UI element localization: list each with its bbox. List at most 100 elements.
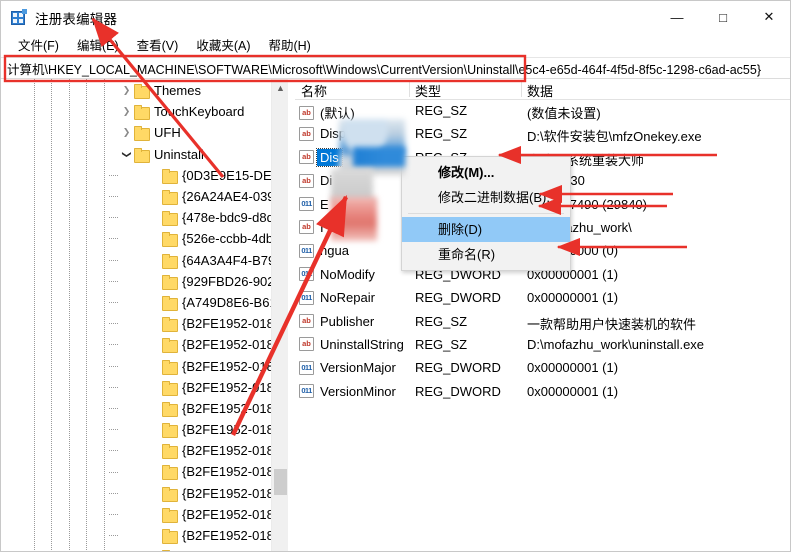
registry-tree-pane[interactable]: ❯ Themes ❯ TouchKeyboard ❯ UFH ❯ Uninstall {0D3E…	[1, 79, 289, 551]
context-menu-modify-binary[interactable]: 修改二进制数据(B)...	[402, 185, 570, 210]
chevron-right-icon[interactable]: ❯	[119, 101, 134, 122]
dword-value-icon: 011	[299, 243, 314, 258]
column-header-type[interactable]: 类型	[415, 81, 441, 100]
tree-scrollbar[interactable]: ▲	[271, 79, 288, 551]
tree-item[interactable]: {929FBD26-9020-399	[1, 271, 288, 292]
folder-icon	[162, 444, 178, 460]
value-name-cell: ab Dis	[299, 147, 343, 167]
tree-item[interactable]: {B2FE1952-0186-46C	[1, 377, 288, 398]
tree-item[interactable]: {26A24AE4-039D-4C/	[1, 186, 288, 207]
close-button[interactable]: ✕	[746, 1, 790, 33]
column-header-name[interactable]: 名称	[301, 81, 327, 100]
tree-item[interactable]: ❯ Uninstall	[1, 144, 288, 165]
column-divider-1[interactable]	[409, 82, 410, 97]
column-header-data[interactable]: 数据	[527, 81, 553, 100]
tree-item[interactable]: {B2FE1952-0186-46C	[1, 355, 288, 376]
tree-item[interactable]: {B2FE1952-0186-46C	[1, 334, 288, 355]
string-value-icon: ab	[299, 150, 314, 165]
string-value-icon: ab	[299, 314, 314, 329]
registry-value-row[interactable]: 011 VersionMajor REG_DWORD 0x00000001 (1)	[295, 357, 790, 380]
tree-item[interactable]: {478e-bdc9-d8dd-45	[1, 207, 288, 228]
tree-item[interactable]: ❯ TouchKeyboard	[1, 101, 288, 122]
menu-bar: 文件(F) 编辑(E) 查看(V) 收藏夹(A) 帮助(H)	[1, 32, 790, 58]
scrollbar-thumb[interactable]	[274, 469, 287, 495]
tree-item[interactable]: {B2FE1952-0186-46C	[1, 483, 288, 504]
folder-icon	[162, 211, 178, 227]
tree-item[interactable]: ❯ UFH	[1, 122, 288, 143]
folder-icon	[162, 529, 178, 545]
value-name-label: UninstallString	[320, 336, 404, 352]
address-bar[interactable]: 计算机\HKEY_LOCAL_MACHINE\SOFTWARE\Microsof…	[1, 57, 790, 79]
context-menu-rename[interactable]: 重命名(R)	[402, 242, 570, 267]
context-menu-delete[interactable]: 删除(D)	[402, 217, 570, 242]
value-context-menu[interactable]: 修改(M)... 修改二进制数据(B)... 删除(D) 重命名(R)	[401, 156, 571, 271]
value-name-cell: ab Publisher	[299, 314, 374, 329]
folder-icon	[162, 380, 178, 396]
tree-item-label: Themes	[154, 83, 201, 99]
tree-item[interactable]: {B2FE1952-0186-46C	[1, 525, 288, 546]
value-name-label: Publisher	[320, 313, 375, 329]
registry-tree: ❯ Themes ❯ TouchKeyboard ❯ UFH ❯ Uninstall {0D3E…	[1, 79, 288, 551]
redaction-blur-pink	[331, 197, 377, 241]
tree-item[interactable]: {B2FE1952-0186-46C	[1, 546, 288, 551]
registry-value-row[interactable]: 011 NoRepair REG_DWORD 0x00000001 (1)	[295, 287, 790, 310]
tree-item[interactable]: {B2FE1952-0186-46C	[1, 504, 288, 525]
value-data-cell: D:\mofazhu_work\uninstall.exe	[527, 336, 705, 352]
value-type-cell: REG_SZ	[415, 336, 468, 352]
folder-icon	[162, 338, 178, 354]
dword-value-icon: 011	[299, 197, 314, 212]
value-data-cell: 0x00000001 (1)	[527, 290, 619, 306]
tree-item[interactable]: {B2FE1952-0186-46C	[1, 440, 288, 461]
menu-file[interactable]: 文件(F)	[9, 32, 68, 58]
tree-item[interactable]: {526e-ccbb-4dba-40	[1, 228, 288, 249]
tree-item-label: UFH	[154, 125, 181, 141]
tree-item[interactable]: {B2FE1952-0186-46C	[1, 461, 288, 482]
menu-view[interactable]: 查看(V)	[128, 32, 188, 58]
value-type-cell: REG_DWORD	[415, 360, 501, 376]
dword-value-icon: 011	[299, 267, 314, 282]
folder-icon	[162, 295, 178, 311]
maximize-button[interactable]: □	[700, 1, 746, 33]
registry-value-row[interactable]: 011 VersionMinor REG_DWORD 0x00000001 (1)	[295, 381, 790, 404]
value-type-cell: REG_SZ	[415, 103, 468, 118]
value-name-label: VersionMajor	[320, 360, 396, 376]
menu-favorites[interactable]: 收藏夹(A)	[187, 32, 259, 58]
menu-help[interactable]: 帮助(H)	[259, 32, 319, 58]
tree-leaf-spacer	[147, 440, 162, 461]
folder-icon	[134, 105, 150, 121]
folder-icon	[162, 465, 178, 481]
value-name-cell: 011 ngua	[299, 243, 349, 258]
tree-leaf-spacer	[147, 398, 162, 419]
folder-icon	[162, 232, 178, 248]
chevron-right-icon[interactable]: ❯	[119, 122, 134, 143]
tree-item[interactable]: {B2FE1952-0186-46C	[1, 419, 288, 440]
column-divider-2[interactable]	[521, 82, 522, 97]
redaction-blur-selection	[353, 147, 405, 167]
tree-leaf-spacer	[147, 313, 162, 334]
minimize-button[interactable]: —	[654, 1, 700, 33]
chevron-right-icon[interactable]: ❯	[119, 80, 134, 101]
tree-leaf-spacer	[147, 250, 162, 271]
value-name-cell: ab Di	[299, 173, 332, 188]
tree-leaf-spacer	[147, 525, 162, 546]
registry-value-row[interactable]: ab UninstallString REG_SZ D:\mofazhu_work\u…	[295, 334, 790, 357]
tree-item[interactable]: {64A3A4F4-B792-11[	[1, 250, 288, 271]
context-menu-separator	[408, 213, 564, 214]
value-name-label: E	[320, 196, 329, 212]
tree-item[interactable]: {B2FE1952-0186-46C	[1, 398, 288, 419]
tree-leaf-spacer	[147, 504, 162, 525]
scroll-up-icon[interactable]: ▲	[272, 79, 288, 96]
tree-item-label: Uninstall	[154, 146, 204, 162]
tree-item[interactable]: {A749D8E6-B613-3BI	[1, 292, 288, 313]
dword-value-icon: 011	[299, 290, 314, 305]
tree-item-label: TouchKeyboard	[154, 104, 245, 120]
folder-icon	[162, 168, 178, 184]
menu-edit[interactable]: 编辑(E)	[68, 32, 128, 58]
context-menu-modify[interactable]: 修改(M)...	[402, 160, 570, 185]
value-name-cell: 011 NoModify	[299, 267, 375, 282]
registry-value-row[interactable]: ab Publisher REG_SZ 一款帮助用户快速装机的软件	[295, 311, 790, 334]
value-name-label: ngua	[320, 243, 349, 259]
tree-item[interactable]: ❯ Themes	[1, 80, 288, 101]
tree-item[interactable]: {B2FE1952-0186-46C	[1, 313, 288, 334]
tree-item[interactable]: {0D3E9E15-DE7A-300	[1, 165, 288, 186]
